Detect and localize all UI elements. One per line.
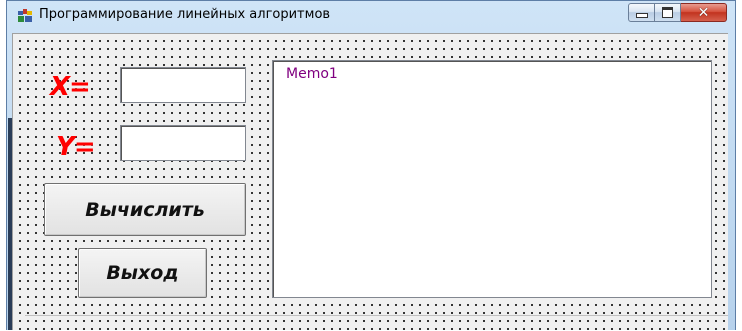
y-label: Y= — [56, 132, 96, 162]
memo-text: Memo1 — [286, 66, 338, 82]
exit-button-label: Выход — [106, 262, 179, 284]
x-input[interactable] — [120, 67, 246, 103]
close-icon: ✕ — [697, 4, 710, 21]
exit-button[interactable]: Выход — [78, 248, 207, 298]
memo-box[interactable]: Memo1 — [272, 60, 712, 298]
close-button[interactable]: ✕ — [681, 3, 727, 22]
form-bottom-edge — [25, 315, 728, 330]
window-title: Программирование линейных алгоритмов — [39, 7, 331, 22]
minimize-button[interactable] — [628, 3, 655, 22]
maximize-button[interactable] — [655, 3, 681, 22]
title-bar[interactable]: Программирование линейных алгоритмов ✕ — [7, 1, 735, 31]
x-label: X= — [50, 72, 91, 102]
minimize-icon — [635, 13, 648, 18]
calculate-button[interactable]: Вычислить — [44, 183, 246, 236]
calculate-button-label: Вычислить — [85, 198, 205, 221]
y-input[interactable] — [120, 125, 246, 161]
maximize-icon — [662, 7, 673, 18]
caption-buttons: ✕ — [628, 3, 727, 23]
delphi-app-icon — [17, 8, 33, 24]
